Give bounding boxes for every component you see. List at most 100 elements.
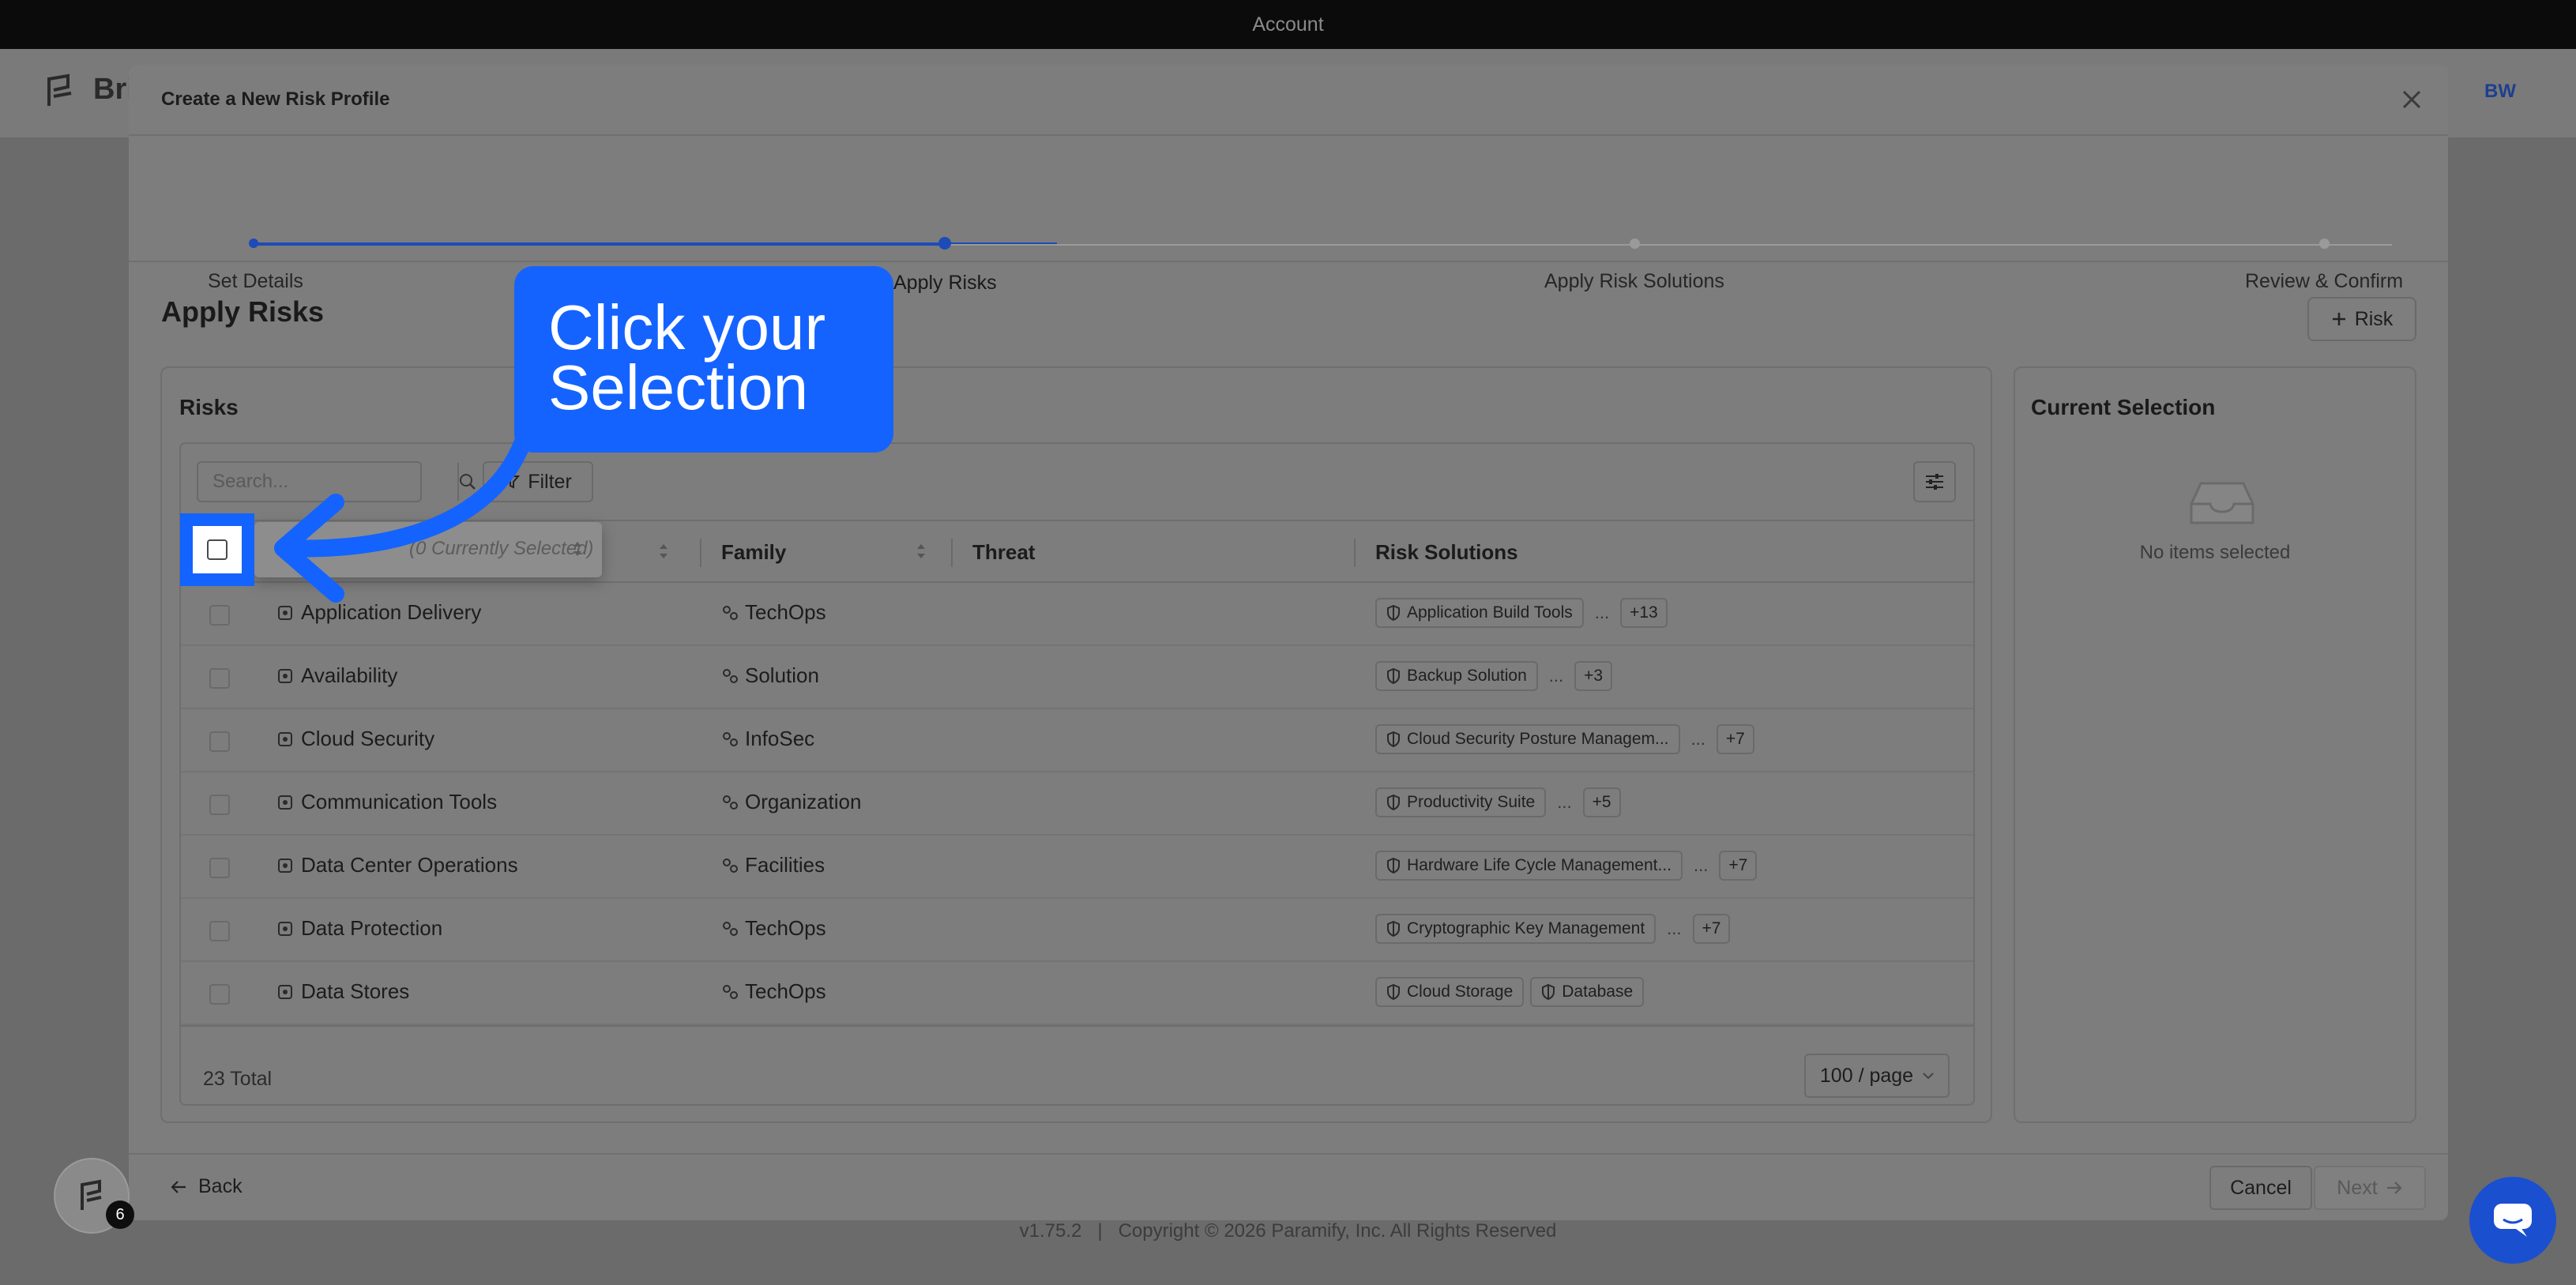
solution-tag[interactable]: Application Build Tools [1375, 598, 1584, 628]
search-input[interactable] [198, 463, 457, 501]
risks-panel-title: Risks [179, 395, 239, 419]
close-icon[interactable] [2399, 87, 2424, 112]
highlight-frame-inner [193, 526, 242, 573]
more-solutions-count[interactable]: +3 [1574, 661, 1613, 691]
section-title: Apply Risks [161, 295, 325, 328]
risk-name-cell: Cloud Security [276, 727, 434, 751]
risk-family: TechOps [745, 600, 826, 624]
arrow-left-icon [171, 1180, 186, 1193]
table-row[interactable]: Data Center Operations Facilities Hardware… [181, 836, 1973, 899]
table-row[interactable]: Communication Tools Organization Productiv… [181, 772, 1973, 836]
select-all-checkbox-highlighted[interactable] [207, 539, 228, 560]
page-size-select[interactable]: 100 / page [1804, 1054, 1950, 1098]
solution-tag[interactable]: Cloud Storage [1375, 977, 1525, 1007]
shield-icon [1387, 605, 1400, 621]
step-dot-done [249, 239, 258, 248]
step-set-details[interactable]: Set Details [208, 270, 303, 293]
column-settings-button[interactable] [1913, 461, 1956, 502]
table-row[interactable]: Data Stores TechOps Cloud Storage Database [181, 962, 1973, 1025]
top-bar: Account [0, 0, 2576, 49]
cancel-button[interactable]: Cancel [2209, 1166, 2312, 1210]
paramify-logo-icon [47, 73, 72, 106]
back-button[interactable]: Back [170, 1175, 243, 1198]
row-checkbox[interactable] [209, 795, 230, 815]
step-apply-risks[interactable]: Apply Risks [893, 272, 997, 295]
risk-name: Data Protection [301, 916, 443, 940]
more-solutions-count[interactable]: +13 [1620, 598, 1668, 628]
paramify-logo-icon [81, 1179, 102, 1210]
step-review-confirm[interactable]: Review & Confirm [2245, 270, 2403, 293]
family-icon [723, 858, 738, 873]
risks-panel: Risks Filter R Family [160, 366, 1992, 1123]
download-tray-icon [278, 984, 292, 999]
solution-tag[interactable]: Productivity Suite [1375, 787, 1547, 817]
add-risk-button[interactable]: Risk [2307, 297, 2416, 341]
more-solutions-count[interactable]: +7 [1692, 914, 1731, 944]
solution-tag[interactable]: Hardware Life Cycle Management... [1375, 851, 1683, 881]
table-footer-divider [181, 1025, 1973, 1027]
total-count: 23 Total [203, 1068, 273, 1090]
chat-button[interactable] [2469, 1177, 2556, 1264]
next-label: Next [2337, 1176, 2378, 1199]
table-row[interactable]: Cloud Security InfoSec Cloud Security Post… [181, 709, 1973, 772]
row-checkbox[interactable] [209, 984, 230, 1005]
name-column-header-highlight: (0 Currently Selected) [254, 522, 602, 577]
risk-family-cell: TechOps [721, 916, 826, 941]
column-header-threat[interactable]: Threat [972, 540, 1035, 565]
family-icon [723, 731, 738, 746]
solution-tag[interactable]: Backup Solution [1375, 661, 1538, 691]
column-header-risk-solutions[interactable]: Risk Solutions [1375, 540, 1518, 565]
risk-name: Communication Tools [301, 790, 498, 813]
solution-tag-label: Cryptographic Key Management [1407, 919, 1645, 937]
empty-selection-text: No items selected [2139, 542, 2291, 563]
chat-bubble-icon [2494, 1204, 2532, 1237]
table-row[interactable]: Application Delivery TechOps Application B… [181, 583, 1973, 646]
sort-icon[interactable] [658, 542, 669, 561]
shield-icon [1387, 795, 1400, 810]
current-selection-title: Current Selection [2031, 395, 2216, 419]
family-icon [723, 668, 738, 683]
next-button[interactable]: Next [2314, 1166, 2426, 1210]
step-dot-active [938, 237, 951, 250]
column-divider [700, 539, 701, 567]
callout-line-2: Selection [548, 352, 809, 423]
solution-tag[interactable]: Database [1530, 977, 1645, 1007]
solution-tag[interactable]: Cloud Security Posture Managem... [1375, 724, 1680, 754]
modal-footer: Back Cancel Next [129, 1153, 2448, 1220]
risk-family: TechOps [745, 916, 826, 940]
sliders-icon [1926, 474, 1943, 490]
more-solutions-count[interactable]: +7 [1716, 724, 1754, 754]
column-header-family[interactable]: Family [721, 540, 786, 565]
more-solutions-ellipsis: ... [1667, 919, 1682, 938]
risk-family: TechOps [745, 979, 826, 1003]
step-apply-risk-solutions[interactable]: Apply Risk Solutions [1544, 270, 1724, 293]
back-label: Back [198, 1175, 243, 1197]
more-solutions-count[interactable]: +7 [1719, 851, 1758, 881]
more-solutions-count[interactable]: +5 [1582, 787, 1621, 817]
cloud-shield-icon [278, 731, 292, 746]
row-checkbox[interactable] [209, 921, 230, 941]
risk-name-cell: Data Center Operations [276, 853, 518, 877]
app-version: v1.75.2 [1019, 1220, 1082, 1242]
row-checkbox[interactable] [209, 605, 230, 626]
user-avatar[interactable]: BW [2484, 81, 2516, 103]
risk-solutions-cell: Cloud Security Posture Managem...... +7 [1375, 724, 1754, 754]
solution-tag-label: Database [1562, 983, 1634, 1001]
family-icon [723, 605, 738, 620]
risk-name: Application Delivery [301, 600, 482, 624]
solution-tag-label: Cloud Security Posture Managem... [1407, 730, 1669, 748]
table-row[interactable]: Availability Solution Backup Solution... +3 [181, 646, 1973, 709]
risk-name: Data Center Operations [301, 853, 518, 877]
filter-button[interactable]: Filter [483, 461, 593, 502]
risk-family-cell: TechOps [721, 600, 826, 625]
solution-tag-label: Application Build Tools [1407, 603, 1573, 622]
risk-family-cell: Organization [721, 790, 861, 814]
sort-icon[interactable] [916, 542, 927, 561]
row-checkbox[interactable] [209, 858, 230, 878]
empty-inbox-icon [2190, 482, 2254, 524]
row-checkbox[interactable] [209, 668, 230, 689]
table-row[interactable]: Data Protection TechOps Cryptographic Key … [181, 899, 1973, 962]
solution-tag[interactable]: Cryptographic Key Management [1375, 914, 1657, 944]
search-button[interactable] [457, 463, 476, 501]
row-checkbox[interactable] [209, 731, 230, 752]
